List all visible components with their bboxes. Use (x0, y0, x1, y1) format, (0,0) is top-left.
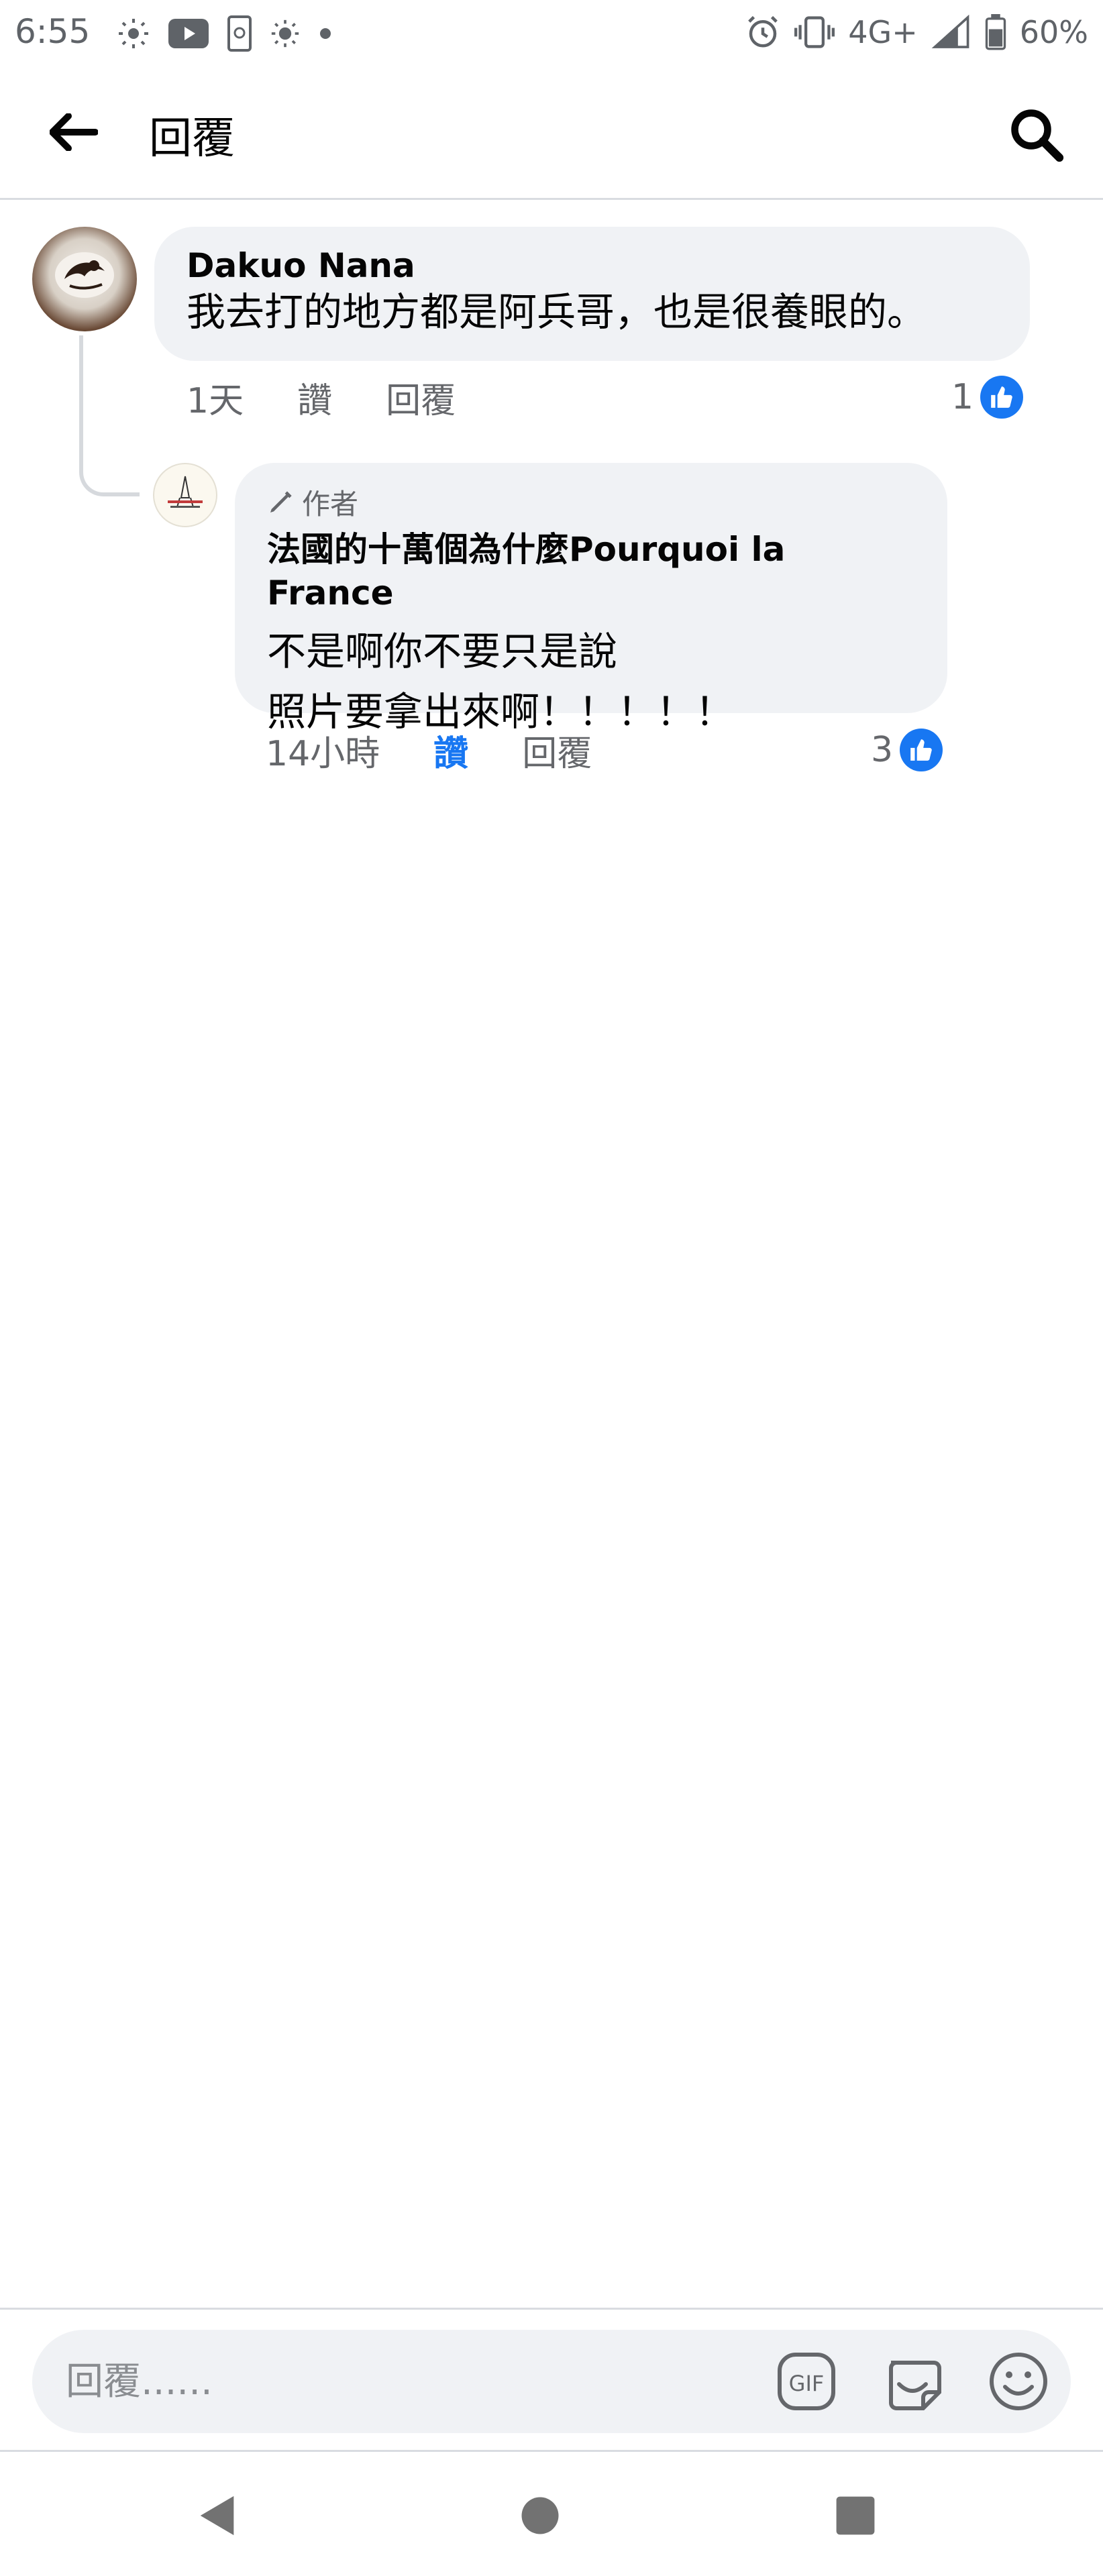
avatar-image (55, 252, 114, 298)
vibrate-icon (794, 16, 835, 48)
author-badge-label: 作者 (302, 488, 359, 521)
reactions-count[interactable]: 3 (871, 724, 943, 775)
nav-home-button[interactable] (503, 2479, 577, 2553)
app-bar: 回覆 (0, 67, 1103, 200)
avatar[interactable] (32, 227, 137, 331)
comment-text-line: 不是啊你不要只是說 (267, 629, 618, 674)
thumbs-up-icon (980, 376, 1024, 419)
pencil-icon (270, 490, 292, 513)
triangle-back-icon (200, 2496, 234, 2536)
gif-icon: GIF (778, 2353, 835, 2410)
reactions-number: 3 (871, 730, 894, 770)
circle-home-icon (521, 2497, 559, 2534)
back-button[interactable] (40, 102, 107, 162)
comment-bubble: Dakuo Nana 我去打的地方都是阿兵哥，也是很養眼的。 (154, 227, 1030, 361)
comment-time[interactable]: 14小時 (266, 725, 380, 775)
arrow-left-icon (50, 113, 98, 151)
youtube-icon (168, 19, 209, 48)
comment-author[interactable]: Dakuo Nana (187, 246, 998, 286)
nav-back-button[interactable] (181, 2479, 255, 2553)
status-bar: 6:55 4G+ 60% (0, 0, 1103, 67)
status-time: 6:55 (15, 12, 91, 51)
search-icon (1011, 109, 1064, 162)
reply-composer-bar: GIF (0, 2308, 1103, 2452)
page-title: 回覆 (149, 114, 235, 164)
thumbs-up-icon (900, 729, 943, 771)
comment-bubble: 作者 法國的十萬個為什麼Pourquoi la France 不是啊你不要只是說… (235, 463, 947, 735)
author-badge: 作者 (267, 482, 915, 523)
reply-button[interactable]: 回覆 (522, 725, 592, 775)
comment-author[interactable]: 法國的十萬個為什麼Pourquoi la France (267, 528, 915, 615)
avatar[interactable] (153, 463, 217, 527)
comment-actions: 14小時 讚 回覆 (266, 723, 592, 777)
square-recents-icon (836, 2496, 875, 2535)
system-nav-bar (0, 2452, 1103, 2576)
sticker-button[interactable] (879, 2348, 946, 2415)
battery-icon (985, 14, 1006, 50)
smiley-icon (990, 2353, 1047, 2410)
brightness-icon (119, 19, 148, 48)
like-button[interactable]: 讚 (433, 725, 468, 775)
reactions-count[interactable]: 1 (951, 372, 1024, 423)
alarm-icon (748, 15, 778, 48)
like-button[interactable]: 讚 (297, 372, 332, 423)
brightness-icon (271, 19, 299, 48)
dot-icon (320, 28, 331, 39)
comment-actions: 1天 讚 回覆 (187, 370, 456, 424)
emoji-button[interactable] (985, 2348, 1052, 2415)
network-type: 4G+ (848, 14, 918, 50)
comment-text: 我去打的地方都是阿兵哥，也是很養眼的。 (187, 289, 927, 335)
battery-level: 60% (1019, 14, 1088, 50)
sticker-icon (889, 2361, 941, 2410)
nav-recents-button[interactable] (819, 2479, 892, 2553)
gif-label: GIF (789, 2371, 825, 2396)
reply-input[interactable] (66, 2330, 737, 2433)
comment-time[interactable]: 1天 (187, 372, 244, 423)
search-button[interactable] (1002, 101, 1069, 168)
gif-button[interactable]: GIF (773, 2348, 840, 2415)
reply-composer: GIF (32, 2330, 1071, 2433)
status-right-icons: 4G+ 60% (745, 12, 1088, 52)
page-logo-icon (168, 476, 203, 508)
thread-connector-line (79, 335, 140, 496)
signal-icon (931, 14, 969, 48)
screen-record-icon (227, 15, 252, 52)
reactions-number: 1 (951, 377, 974, 417)
status-left-icons (117, 15, 332, 52)
reply-button[interactable]: 回覆 (386, 372, 456, 423)
